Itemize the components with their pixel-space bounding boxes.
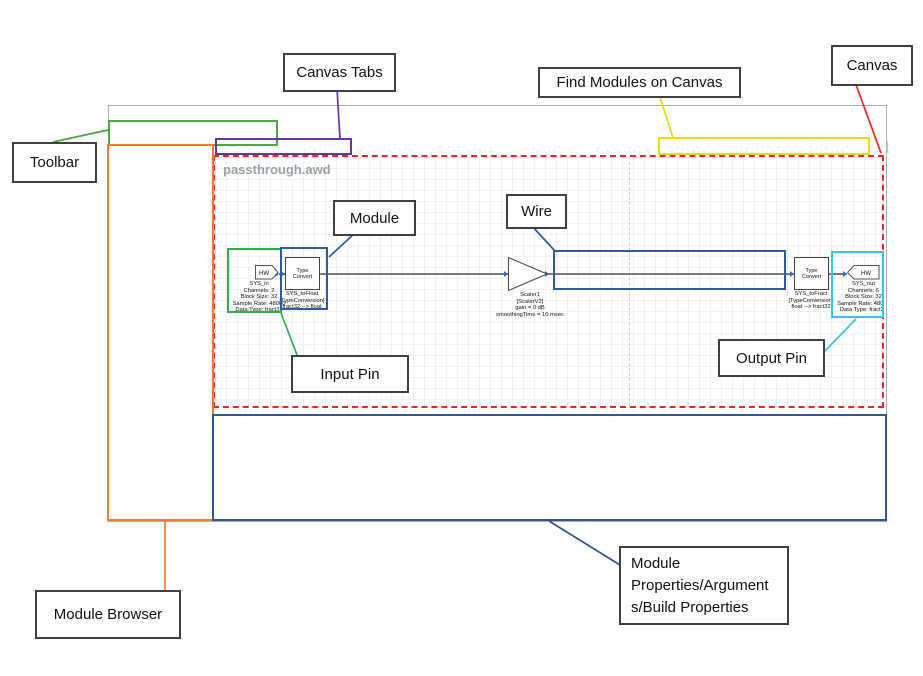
callout-rect-module (280, 247, 328, 310)
callout-rect-wire (553, 250, 786, 290)
page: AW Audio Weaver Designer - passthrough.a… (0, 0, 923, 676)
canvas-document-title: passthrough.awd (223, 162, 331, 177)
callout-rect-input-pin (227, 248, 282, 313)
callout-rect-module-browser (107, 144, 214, 521)
scaler-labels: Scaler1[ScalerV2]gain = 0 dBsmoothingTim… (484, 292, 576, 318)
annotation-canvas-tabs: Canvas Tabs (283, 53, 396, 92)
annotation-output-pin: Output Pin (718, 339, 825, 377)
module-badge: Type Convert (800, 268, 824, 280)
annotation-toolbar: Toolbar (12, 142, 97, 183)
callout-rect-find (658, 137, 870, 155)
annotation-input-pin: Input Pin (291, 355, 409, 393)
annotation-module-browser: Module Browser (35, 590, 181, 639)
annotation-module: Module (333, 200, 416, 236)
line-properties (549, 521, 620, 565)
callout-rect-output-pin (831, 251, 884, 318)
annotation-wire: Wire (506, 194, 567, 229)
wire[interactable] (320, 273, 508, 275)
annotation-canvas: Canvas (831, 45, 913, 86)
scaler-module[interactable] (508, 257, 549, 292)
callout-rect-properties (212, 414, 887, 521)
annotation-module-properties: ModuleProperties/Arguments/Build Propert… (619, 546, 789, 625)
callout-rect-canvas-tabs (215, 138, 352, 155)
annotation-find-modules: Find Modules on Canvas (538, 67, 741, 98)
line-toolbar (53, 130, 108, 142)
